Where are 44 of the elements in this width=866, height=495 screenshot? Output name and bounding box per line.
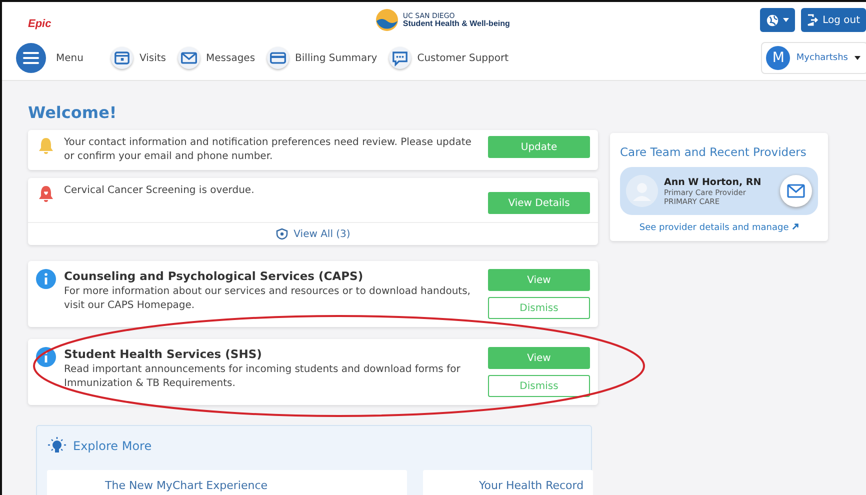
support-icon [389, 47, 412, 69]
message-text: Read important announcements for incoming students and download forms for Immunization & TB Requirements. [64, 363, 462, 391]
feature-card[interactable]: The New MyChart Experience [47, 470, 407, 495]
feature-card[interactable]: Your Health Record [423, 470, 593, 495]
logo-icon [374, 8, 399, 32]
menu-label: Menu [56, 52, 84, 64]
envelope-icon [787, 184, 805, 198]
info-icon [36, 269, 56, 289]
user-avatar: M [766, 46, 790, 70]
external-link-icon [792, 223, 799, 230]
messages-icon [178, 47, 200, 69]
logout-button[interactable]: Log out [800, 8, 866, 32]
alert-text: Your contact information and notification preferences need review. Please update or confirm your email and phone number. [64, 136, 472, 164]
message-text: For more information about our services and resources or to download handouts, visit our CAPS Homepage. [64, 285, 472, 313]
nav-link[interactable]: Customer Support [389, 47, 509, 69]
billing-icon [267, 47, 290, 69]
feature-title: Your Health Record [479, 479, 584, 492]
menu-icon [23, 51, 39, 65]
caret-icon [782, 18, 789, 22]
welcome-heading: Welcome! [28, 103, 118, 122]
explore-title: Explore More [73, 439, 152, 453]
feature-title: The New MyChart Experience [105, 479, 268, 492]
menu-button[interactable] [16, 43, 46, 73]
account-button[interactable]: M Mychartshs [761, 42, 866, 74]
nav-link[interactable]: Messages [178, 47, 256, 69]
logo-title: Student Health & Well-being [402, 20, 510, 28]
provider-details-link[interactable]: See provider details and manage [620, 223, 818, 233]
language-button[interactable] [760, 8, 795, 32]
nav-link[interactable]: Visits [111, 47, 166, 69]
provider-name: Ann W Horton, RN [664, 176, 762, 188]
view-all-link[interactable]: View All (3) [270, 227, 356, 241]
info-icon [36, 347, 56, 367]
message-button[interactable] [780, 175, 812, 207]
visits-icon [111, 47, 134, 69]
caret-icon [854, 56, 861, 60]
message-title: Student Health Services (SHS) [64, 347, 263, 361]
message-title: Counseling and Psychological Services (CAPS) [64, 269, 364, 283]
nav-link[interactable]: Billing Summary [267, 47, 378, 69]
bell-alert-icon [36, 184, 56, 204]
bell-icon [36, 136, 56, 156]
alert-text: Cervical Cancer Screening is overdue. [64, 184, 256, 198]
brand-logo: Epic [28, 18, 52, 30]
shield-icon [276, 228, 288, 240]
care-team-title: Care Team and Recent Providers [620, 145, 808, 159]
